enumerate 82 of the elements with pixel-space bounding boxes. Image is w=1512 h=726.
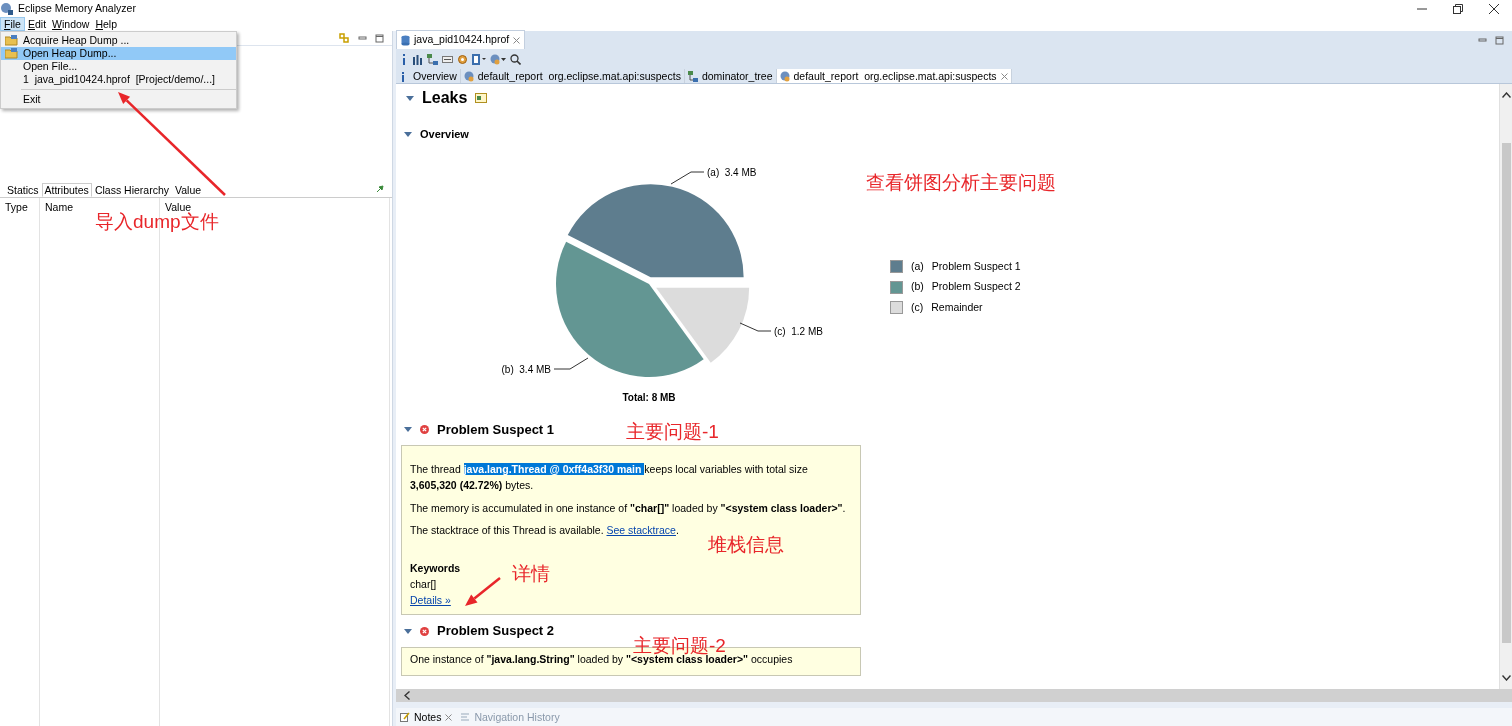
menu-item[interactable]: Acquire Heap Dump ... — [1, 34, 236, 47]
legend-label: Remainder — [931, 300, 983, 315]
collapse-icon[interactable] — [404, 627, 412, 635]
horizontal-scrollbar[interactable] — [396, 689, 1512, 702]
app-icon — [0, 1, 14, 16]
bar-chart-icon[interactable] — [412, 53, 423, 65]
inspector-tab[interactable]: Attributes — [41, 183, 92, 197]
menu-item[interactable]: Open Heap Dump... — [1, 47, 236, 60]
legend-letter: (b) — [911, 279, 924, 295]
menu-item[interactable]: Exit — [1, 93, 236, 106]
details-link[interactable]: Details » — [410, 593, 451, 606]
leader-line — [670, 171, 705, 184]
legend-letter: (a) — [911, 258, 924, 274]
gear-icon[interactable] — [457, 53, 468, 65]
section-heading: Overview — [420, 127, 469, 142]
inspector-tab[interactable]: Value — [172, 183, 205, 197]
database-icon — [401, 34, 410, 46]
maximize-icon[interactable] — [375, 33, 384, 43]
suspect-heading: Problem Suspect 2 — [437, 622, 555, 641]
slice-label: (c) 1.2 MB — [774, 325, 823, 337]
inspector-tab[interactable]: Statics — [4, 183, 42, 197]
report-tab[interactable]: dominator_tree — [684, 69, 777, 83]
leader-line — [553, 357, 589, 369]
annotation-text: 详情 — [512, 564, 550, 583]
minimize-icon[interactable] — [1478, 35, 1487, 45]
tree-icon — [687, 70, 698, 82]
report-tab[interactable]: Overview — [396, 69, 461, 83]
annotation-text: 主要问题-1 — [626, 422, 719, 441]
stacktrace-link[interactable]: See stacktrace — [606, 524, 676, 537]
annotation-text: 导入dump文件 — [95, 212, 219, 231]
error-icon — [420, 424, 429, 434]
collapse-icon[interactable] — [406, 94, 414, 102]
keywords-label: Keywords — [410, 561, 461, 576]
report-title: Leaks — [422, 88, 468, 108]
report-icon[interactable] — [472, 53, 486, 65]
legend-label: Problem Suspect 1 — [931, 258, 1021, 274]
report-tab[interactable]: default_report org.eclipse.mat.api:suspects — [776, 69, 1012, 83]
collapse-icon[interactable] — [404, 425, 412, 433]
legend-label: Problem Suspect 2 — [931, 279, 1021, 295]
pin-icon[interactable] — [376, 185, 384, 193]
description-text: The stacktrace of this Thread is available. See stacktrace. — [410, 523, 679, 539]
inspector-tab[interactable]: Class Hierarchy — [91, 183, 172, 197]
report-dropdown-icon[interactable] — [490, 53, 506, 65]
chart-title: Total: 8 MB — [622, 391, 676, 403]
annotation-text: 查看饼图分析主要问题 — [866, 173, 1056, 192]
close-icon[interactable] — [513, 36, 521, 44]
vertical-scrollbar[interactable] — [1499, 84, 1512, 689]
keywords-value: char[] — [410, 576, 437, 592]
report-icon — [779, 70, 790, 82]
leader-line — [739, 322, 772, 331]
search-icon[interactable] — [510, 53, 521, 65]
info-icon[interactable] — [400, 53, 408, 65]
menu-item[interactable]: File — [0, 17, 25, 31]
minimize-icon[interactable] — [358, 33, 367, 43]
close-icon — [1489, 3, 1499, 14]
menu-item[interactable]: Edit — [24, 17, 50, 31]
restore-icon — [1453, 3, 1463, 14]
report-icon — [475, 93, 488, 103]
description-text: The memory is accumulated in one instance of "char[]" loaded by "<system class loader>". — [410, 500, 847, 516]
column-header: Type — [0, 198, 40, 214]
tree-icon[interactable] — [427, 53, 438, 65]
view-tab[interactable]: Notes — [396, 709, 457, 725]
menu-item[interactable]: Open File... — [1, 60, 236, 73]
slice-label: (b) 3.4 MB — [501, 363, 551, 375]
collapse-icon[interactable] — [404, 130, 412, 138]
editor-tab[interactable]: java_pid10424.hprof — [396, 30, 526, 49]
suspect-heading: Problem Suspect 1 — [437, 420, 555, 439]
close-icon[interactable] — [445, 713, 453, 721]
slice-label: (a) 3.4 MB — [707, 166, 757, 178]
maximize-icon[interactable] — [1495, 35, 1504, 45]
report-tab[interactable]: default_report org.eclipse.mat.api:suspects — [460, 69, 685, 83]
menu-item[interactable]: Window — [49, 17, 93, 31]
legend-letter: (c) — [911, 300, 924, 315]
error-icon — [420, 626, 429, 636]
note-icon — [400, 712, 410, 722]
history-icon — [460, 712, 471, 722]
close-icon[interactable] — [1000, 72, 1008, 80]
report-icon — [463, 70, 474, 82]
menu-item[interactable]: Help — [92, 17, 120, 31]
annotation-text: 堆栈信息 — [708, 535, 784, 554]
window-title: Eclipse Memory Analyzer — [18, 0, 136, 16]
menu-item[interactable]: 1 java_pid10424.hprof [Project/demo/...] — [1, 73, 236, 86]
